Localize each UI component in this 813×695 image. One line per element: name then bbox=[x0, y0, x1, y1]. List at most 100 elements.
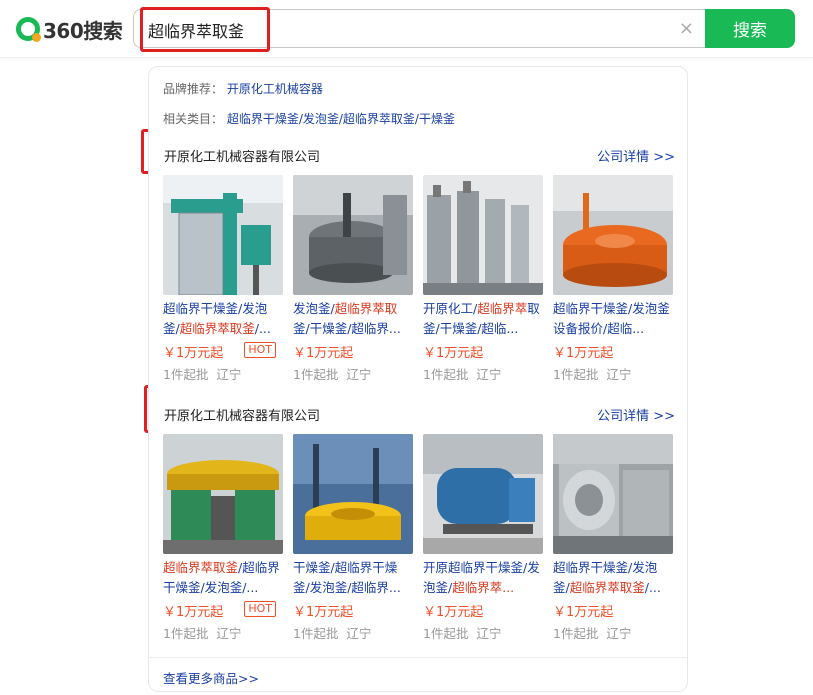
product-title[interactable]: 超临界干燥釜/发泡釜/超临界萃取釜/... bbox=[163, 299, 283, 339]
top-bar: 360搜索 超临界萃取釜 × 搜索 bbox=[0, 0, 813, 58]
more-goods-link[interactable]: 查看更多商品>> bbox=[163, 668, 259, 687]
product-meta: 1件起批 辽宁 bbox=[553, 364, 673, 383]
product-row: 超临界萃取釜/超临界干燥釜/发泡釜/... ￥1万元起 HOT 1件起批 辽宁 干… bbox=[163, 434, 675, 646]
clear-icon[interactable]: × bbox=[679, 18, 694, 39]
title-part: 釜/ bbox=[163, 321, 180, 336]
product-price: ￥1万元起 bbox=[423, 601, 543, 621]
title-part: 干燥釜/超临界干燥 bbox=[293, 560, 398, 575]
brand-row: 品牌推荐： 开原化工机械容器 bbox=[163, 80, 323, 97]
product-item[interactable]: 发泡釜/超临界萃取釜/干燥釜/超临界... ￥1万元起 1件起批 辽宁 bbox=[293, 175, 413, 383]
price-text: ￥1万元起 bbox=[553, 346, 614, 361]
moq-text: 1件起批 bbox=[293, 367, 339, 382]
product-title[interactable]: 开原超临界干燥釜/发泡釜/超临界萃... bbox=[423, 558, 543, 598]
product-meta: 1件起批 辽宁 bbox=[423, 623, 543, 642]
company-header: 开原化工机械容器有限公司 公司详情 >> bbox=[163, 405, 675, 425]
product-item[interactable]: 超临界干燥釜/发泡釜设备报价/超临... ￥1万元起 1件起批 辽宁 bbox=[553, 175, 673, 383]
region-text: 辽宁 bbox=[606, 367, 632, 382]
region-text: 辽宁 bbox=[606, 626, 632, 641]
region-text: 辽宁 bbox=[346, 367, 372, 382]
product-title[interactable]: 干燥釜/超临界干燥釜/发泡釜/超临界... bbox=[293, 558, 413, 598]
product-price: ￥1万元起 bbox=[553, 601, 673, 621]
product-image[interactable] bbox=[553, 434, 673, 554]
region-text: 辽宁 bbox=[346, 626, 372, 641]
region-text: 辽宁 bbox=[216, 626, 242, 641]
price-text: ￥1万元起 bbox=[163, 605, 224, 620]
product-image[interactable] bbox=[553, 175, 673, 295]
region-text: 辽宁 bbox=[216, 367, 242, 382]
region-text: 辽宁 bbox=[476, 367, 502, 382]
title-keyword: 超临界萃取釜 bbox=[569, 580, 645, 595]
brand-link[interactable]: 开原化工机械容器 bbox=[227, 82, 323, 96]
hot-badge: HOT bbox=[244, 601, 276, 617]
category-row: 相关类目： 超临界干燥釜/发泡釜/超临界萃取釜/干燥釜 bbox=[163, 110, 455, 127]
title-part: 釜/ bbox=[553, 580, 570, 595]
product-meta: 1件起批 辽宁 bbox=[163, 623, 283, 642]
price-text: ￥1万元起 bbox=[293, 605, 354, 620]
moq-text: 1件起批 bbox=[423, 367, 469, 382]
product-image[interactable] bbox=[423, 434, 543, 554]
search-input[interactable]: 超临界萃取釜 × bbox=[133, 9, 706, 48]
logo[interactable]: 360搜索 bbox=[16, 14, 123, 44]
company-name[interactable]: 开原化工机械容器有限公司 bbox=[164, 146, 320, 165]
product-price: ￥1万元起 bbox=[293, 601, 413, 621]
search-button[interactable]: 搜索 bbox=[705, 9, 795, 48]
title-part: 釜/干燥釜/超临界... bbox=[293, 321, 401, 336]
product-item[interactable]: 干燥釜/超临界干燥釜/发泡釜/超临界... ￥1万元起 1件起批 辽宁 bbox=[293, 434, 413, 642]
product-row: 超临界干燥釜/发泡釜/超临界萃取釜/... ￥1万元起 HOT 1件起批 辽宁 发… bbox=[163, 175, 675, 387]
product-item[interactable]: 超临界干燥釜/发泡釜/超临界萃取釜/... ￥1万元起 HOT 1件起批 辽宁 bbox=[163, 175, 283, 383]
brand-label: 品牌推荐： bbox=[163, 82, 224, 96]
product-meta: 1件起批 辽宁 bbox=[293, 364, 413, 383]
company-name[interactable]: 开原化工机械容器有限公司 bbox=[164, 405, 320, 424]
title-part: 开原超临界干燥釜/ bbox=[423, 560, 528, 575]
company-detail-link[interactable]: 公司详情 >> bbox=[597, 405, 675, 424]
product-price: ￥1万元起 HOT bbox=[163, 601, 283, 621]
shopping-result-card: 品牌推荐： 开原化工机械容器 相关类目： 超临界干燥釜/发泡釜/超临界萃取釜/干… bbox=[148, 66, 688, 692]
product-meta: 1件起批 辽宁 bbox=[423, 364, 543, 383]
product-title[interactable]: 超临界萃取釜/超临界干燥釜/发泡釜/... bbox=[163, 558, 283, 598]
title-part: 超临界干燥釜/发泡 bbox=[553, 560, 658, 575]
moq-text: 1件起批 bbox=[423, 626, 469, 641]
title-part: 超临界干燥釜/发泡 bbox=[553, 301, 658, 316]
product-item[interactable]: 开原超临界干燥釜/发泡釜/超临界萃... ￥1万元起 1件起批 辽宁 bbox=[423, 434, 543, 642]
category-label: 相关类目： bbox=[163, 112, 224, 126]
title-keyword: 超临界萃取 bbox=[334, 301, 398, 316]
price-text: ￥1万元起 bbox=[423, 346, 484, 361]
product-image[interactable] bbox=[423, 175, 543, 295]
company-header: 开原化工机械容器有限公司 公司详情 >> bbox=[163, 146, 675, 166]
product-image[interactable] bbox=[293, 434, 413, 554]
product-item[interactable]: 超临界萃取釜/超临界干燥釜/发泡釜/... ￥1万元起 HOT 1件起批 辽宁 bbox=[163, 434, 283, 642]
product-meta: 1件起批 辽宁 bbox=[553, 623, 673, 642]
moq-text: 1件起批 bbox=[553, 626, 599, 641]
title-keyword: 超临界萃取釜 bbox=[179, 321, 255, 336]
product-price: ￥1万元起 bbox=[293, 342, 413, 362]
price-text: ￥1万元起 bbox=[163, 346, 224, 361]
company-detail-link[interactable]: 公司详情 >> bbox=[597, 146, 675, 165]
search-query-text: 超临界萃取釜 bbox=[148, 22, 245, 41]
hot-badge: HOT bbox=[244, 342, 276, 358]
product-item[interactable]: 超临界干燥釜/发泡釜/超临界萃取釜/... ￥1万元起 1件起批 辽宁 bbox=[553, 434, 673, 642]
logo-text: 360搜索 bbox=[43, 18, 123, 43]
moq-text: 1件起批 bbox=[163, 367, 209, 382]
title-part: /... bbox=[644, 580, 661, 595]
moq-text: 1件起批 bbox=[553, 367, 599, 382]
price-text: ￥1万元起 bbox=[293, 346, 354, 361]
product-title[interactable]: 超临界干燥釜/发泡釜/超临界萃取釜/... bbox=[553, 558, 673, 598]
product-image[interactable] bbox=[293, 175, 413, 295]
product-item[interactable]: 开原化工/超临界萃取釜/干燥釜/超临... ￥1万元起 1件起批 辽宁 bbox=[423, 175, 543, 383]
product-title[interactable]: 超临界干燥釜/发泡釜设备报价/超临... bbox=[553, 299, 673, 339]
category-link[interactable]: 超临界干燥釜/发泡釜/超临界萃取釜/干燥釜 bbox=[227, 112, 455, 126]
moq-text: 1件起批 bbox=[293, 626, 339, 641]
price-text: ￥1万元起 bbox=[553, 605, 614, 620]
product-price: ￥1万元起 bbox=[553, 342, 673, 362]
title-part: /... bbox=[254, 321, 271, 336]
product-title[interactable]: 开原化工/超临界萃取釜/干燥釜/超临... bbox=[423, 299, 543, 339]
product-title[interactable]: 发泡釜/超临界萃取釜/干燥釜/超临界... bbox=[293, 299, 413, 339]
product-image[interactable] bbox=[163, 434, 283, 554]
title-part: /超临 bbox=[238, 560, 268, 575]
product-image[interactable] bbox=[163, 175, 283, 295]
title-keyword: 超临界萃... bbox=[452, 580, 515, 595]
title-keyword: 超临界萃取釜 bbox=[163, 560, 239, 575]
title-part: 发泡釜/ bbox=[293, 301, 335, 316]
product-meta: 1件起批 辽宁 bbox=[163, 364, 283, 383]
price-text: ￥1万元起 bbox=[423, 605, 484, 620]
